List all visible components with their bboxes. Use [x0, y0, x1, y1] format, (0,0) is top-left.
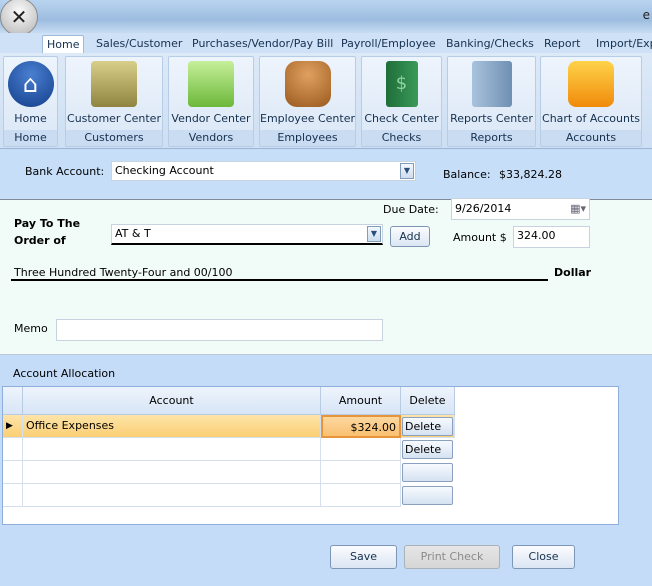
group-label: Home	[4, 130, 57, 146]
allocation-grid: Account Amount Delete ▶ Office Expenses …	[2, 386, 619, 525]
add-payee-button[interactable]: Add	[390, 226, 430, 247]
ribbon-group-vendors[interactable]: Vendor Center Vendors	[168, 56, 254, 147]
row-selector-arrow-icon[interactable]: ▶	[3, 415, 23, 438]
chevron-down-icon[interactable]: ▼	[400, 163, 414, 179]
account-cell[interactable]	[23, 484, 321, 507]
due-date-label: Due Date:	[383, 203, 439, 216]
ribbon-group-employees[interactable]: Employee Center Employees	[259, 56, 356, 147]
check-center-label: Check Center	[364, 112, 439, 125]
home-icon: ⌂	[7, 61, 54, 107]
amount-words-line	[11, 279, 548, 281]
column-header-amount[interactable]: Amount	[321, 387, 401, 415]
group-label: Checks	[362, 130, 441, 146]
column-header-account[interactable]: Account	[23, 387, 321, 415]
ribbon-tabs: Home Sales/Customer Purchases/Vendor/Pay…	[0, 33, 652, 53]
bank-account-value: Checking Account	[115, 164, 214, 177]
row-selector[interactable]	[3, 438, 23, 461]
delete-row-button[interactable]: Delete	[402, 440, 453, 459]
employees-icon	[284, 61, 331, 107]
account-cell[interactable]: Office Expenses	[23, 415, 321, 438]
vendor-book-icon	[188, 61, 234, 107]
tab-sales-customer[interactable]: Sales/Customer	[96, 35, 182, 53]
group-label: Accounts	[541, 130, 641, 146]
memo-label: Memo	[14, 322, 48, 335]
row-selector[interactable]	[3, 484, 23, 507]
balance-label: Balance:	[443, 168, 491, 181]
reports-binder-icon	[471, 61, 512, 107]
save-button[interactable]: Save	[330, 545, 397, 569]
delete-row-button[interactable]: Delete	[402, 417, 453, 436]
column-header-delete: Delete	[401, 387, 455, 415]
pay-to-label-line1: Pay To The	[14, 217, 81, 230]
account-allocation-title: Account Allocation	[13, 367, 116, 380]
payee-value: AT & T	[115, 227, 151, 240]
window-title: e	[642, 8, 650, 22]
close-button[interactable]: Close	[512, 545, 575, 569]
tab-home[interactable]: Home	[42, 35, 85, 53]
amount-in-words: Three Hundred Twenty-Four and 00/100	[14, 266, 233, 279]
check-form: Due Date: 9/26/2014 ▦▾ Pay To The Order …	[0, 198, 652, 355]
amount-label: Amount $	[453, 231, 507, 244]
customer-center-label: Customer Center	[67, 112, 161, 125]
ribbon-group-customers[interactable]: Customer Center Customers	[65, 56, 163, 147]
ribbon-group-accounts[interactable]: Chart of Accounts Accounts	[540, 56, 642, 147]
ribbon: ⌂ Home Home Customer Center Customers Ve…	[0, 53, 652, 149]
checkbook-icon: $	[385, 61, 418, 107]
group-label: Customers	[66, 130, 162, 146]
delete-row-button[interactable]	[402, 486, 453, 505]
row-header-corner	[3, 387, 23, 415]
account-cell[interactable]	[23, 438, 321, 461]
amount-input[interactable]: 324.00	[513, 226, 590, 248]
delete-row-button[interactable]	[402, 463, 453, 482]
amount-cell[interactable]: $324.00	[321, 415, 401, 438]
payee-select[interactable]: AT & T ▼	[111, 224, 383, 245]
reports-center-label: Reports Center	[450, 112, 533, 125]
ribbon-group-reports[interactable]: Reports Center Reports	[447, 56, 536, 147]
vendor-center-label: Vendor Center	[171, 112, 251, 125]
bank-account-bar: Bank Account: Checking Account ▼ Balance…	[0, 150, 652, 200]
tab-import-export[interactable]: Import/Exp	[596, 35, 652, 53]
group-label: Vendors	[169, 130, 253, 146]
tab-report[interactable]: Report	[544, 35, 580, 53]
ribbon-group-home[interactable]: ⌂ Home Home	[3, 56, 58, 147]
home-button-label: Home	[14, 112, 47, 125]
due-date-picker[interactable]: 9/26/2014 ▦▾	[451, 198, 590, 220]
calendar-icon[interactable]: ▦▾	[570, 202, 586, 215]
due-date-value: 9/26/2014	[455, 202, 512, 215]
amount-cell[interactable]	[321, 461, 401, 484]
group-label: Employees	[260, 130, 355, 146]
dollar-label: Dollar	[554, 266, 592, 279]
pay-to-label-line2: Order of	[14, 234, 66, 247]
bank-account-label: Bank Account:	[25, 165, 105, 178]
memo-input[interactable]	[56, 319, 383, 341]
bank-account-select[interactable]: Checking Account ▼	[111, 161, 416, 181]
balance-value: $33,824.28	[499, 168, 562, 181]
ribbon-group-checks[interactable]: $ Check Center Checks	[361, 56, 442, 147]
tab-payroll-employee[interactable]: Payroll/Employee	[341, 35, 436, 53]
tab-purchases-vendor[interactable]: Purchases/Vendor/Pay Bill	[192, 35, 333, 53]
row-selector[interactable]	[3, 461, 23, 484]
chevron-down-icon[interactable]: ▼	[367, 226, 381, 242]
account-cell[interactable]	[23, 461, 321, 484]
amount-cell[interactable]	[321, 438, 401, 461]
employee-center-label: Employee Center	[260, 112, 355, 125]
tab-banking-checks[interactable]: Banking/Checks	[446, 35, 534, 53]
print-check-button[interactable]: Print Check	[404, 545, 500, 569]
title-bar: e	[0, 0, 652, 33]
group-label: Reports	[448, 130, 535, 146]
customer-folder-icon	[91, 61, 137, 107]
chart-of-accounts-label: Chart of Accounts	[542, 112, 640, 125]
amount-cell[interactable]	[321, 484, 401, 507]
accounts-folder-icon	[568, 61, 614, 107]
